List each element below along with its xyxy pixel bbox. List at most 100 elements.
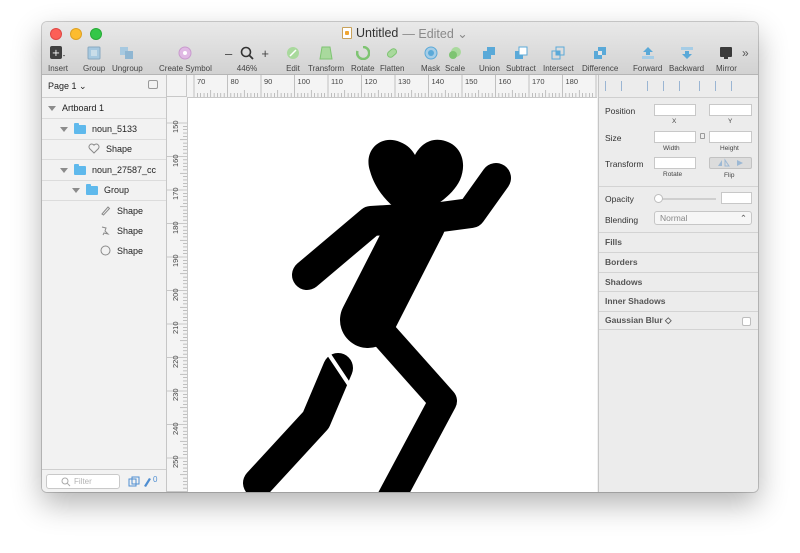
position-y-field[interactable] <box>709 104 752 116</box>
layer-label: Group <box>104 185 130 195</box>
gaussian-blur-checkbox[interactable] <box>742 317 751 326</box>
subtract-button[interactable]: Subtract <box>506 43 536 73</box>
select-arrows-icon: ⌃ <box>739 213 747 223</box>
flip-buttons[interactable] <box>709 157 752 169</box>
ruler-corner <box>167 75 187 97</box>
ruler-tick-label: 150 <box>171 120 180 133</box>
edit-filter-icon[interactable] <box>142 475 152 492</box>
scale-button[interactable]: Scale <box>445 43 465 73</box>
create-symbol-button[interactable]: Create Symbol <box>159 43 212 73</box>
rotate-field[interactable] <box>654 157 696 169</box>
fills-section[interactable]: Fills <box>599 232 758 251</box>
group-label: Group <box>83 64 106 73</box>
filter-placeholder: Filter <box>74 477 92 486</box>
transform-button[interactable]: Transform <box>308 43 344 73</box>
difference-icon <box>592 45 608 61</box>
page-collapse-icon[interactable] <box>148 80 158 89</box>
distribute-vertical-icon[interactable] <box>621 81 632 91</box>
insert-button[interactable]: + Insert <box>48 43 68 73</box>
mask-label: Mask <box>421 64 441 73</box>
layer-shape-limb[interactable]: Shape <box>42 201 166 221</box>
flatten-label: Flatten <box>380 64 405 73</box>
disclosure-triangle-icon[interactable] <box>60 126 68 132</box>
mask-button[interactable]: Mask <box>421 43 440 73</box>
svg-text:+: + <box>52 48 60 59</box>
shadows-section[interactable]: Shadows <box>599 272 758 291</box>
layer-filter-input[interactable]: Filter <box>46 474 120 489</box>
ruler-tick-label: 180 <box>171 220 180 234</box>
layer-group[interactable]: Group <box>42 180 166 201</box>
canvas[interactable]: 70 80 90 100 110 120 130 140 150 160 170 180 150 160… <box>167 75 597 492</box>
borders-section[interactable]: Borders <box>599 252 758 271</box>
page-selector[interactable]: Page 1 ⌄ <box>42 75 166 98</box>
pen-shape-icon <box>100 205 111 218</box>
group-button[interactable]: Group <box>83 43 105 73</box>
intersect-button[interactable]: Intersect <box>543 43 574 73</box>
align-top-icon[interactable] <box>699 81 710 91</box>
ruler-tick-label: 180 <box>565 77 579 86</box>
layer-artboard[interactable]: Artboard 1 <box>42 98 166 119</box>
forward-button[interactable]: Forward <box>633 43 662 73</box>
rotate-label: Rotate <box>663 171 683 178</box>
ungroup-button[interactable]: Ungroup <box>112 43 143 73</box>
close-window-button[interactable] <box>50 28 62 40</box>
layer-group-noun-27587[interactable]: noun_27587_cc <box>42 160 166 181</box>
ruler-tick-label: 230 <box>171 388 180 401</box>
minimize-window-button[interactable] <box>70 28 82 40</box>
ruler-tick-label: 100 <box>297 77 311 86</box>
backward-button[interactable]: Backward <box>669 43 704 73</box>
difference-button[interactable]: Difference <box>582 43 618 73</box>
union-icon <box>481 45 497 61</box>
rotate-button[interactable]: Rotate <box>351 43 375 73</box>
shadows-label: Shadows <box>605 277 643 287</box>
zoom-out-button[interactable]: – <box>225 46 232 61</box>
edit-button[interactable]: Edit <box>285 43 301 73</box>
heart-shape-icon <box>88 143 100 156</box>
align-middle-icon[interactable] <box>715 81 726 91</box>
layer-shape-heart[interactable]: Shape <box>42 139 166 160</box>
distribute-horizontal-icon[interactable] <box>605 81 616 91</box>
toolbar-overflow-button[interactable]: » <box>742 46 749 60</box>
toolbar: Untitled — Edited ⌄ + Insert Group Ungro… <box>42 22 758 75</box>
align-right-icon[interactable] <box>679 81 690 91</box>
width-field[interactable] <box>654 131 696 143</box>
position-x-field[interactable] <box>654 104 696 116</box>
ruler-tick-label: 70 <box>197 77 206 86</box>
mirror-button[interactable]: Mirror <box>716 43 737 73</box>
intersect-icon <box>550 45 566 61</box>
disclosure-triangle-icon[interactable] <box>48 105 56 111</box>
zoom-window-button[interactable] <box>90 28 102 40</box>
flatten-icon <box>384 45 400 61</box>
ruler-tick-label: 160 <box>498 77 512 86</box>
disclosure-triangle-icon[interactable] <box>72 187 80 193</box>
align-center-icon[interactable] <box>663 81 674 91</box>
symbol-filter-icon[interactable] <box>128 475 140 492</box>
layer-shape-circle[interactable]: Shape <box>42 241 166 261</box>
blending-select[interactable]: Normal ⌃ <box>654 211 752 225</box>
align-left-icon[interactable] <box>647 81 658 91</box>
rotate-icon <box>355 45 371 61</box>
height-field[interactable] <box>709 131 752 143</box>
align-bottom-icon[interactable] <box>731 81 742 91</box>
running-figure-illustration[interactable] <box>188 98 597 492</box>
layer-shape-body[interactable]: Shape <box>42 221 166 241</box>
document-name: Untitled <box>356 26 399 40</box>
opacity-slider[interactable] <box>656 198 716 200</box>
zoom-in-button[interactable]: + <box>261 46 269 61</box>
gaussian-blur-label: Gaussian Blur ◇ <box>605 315 672 325</box>
layer-group-noun-5133[interactable]: noun_5133 <box>42 119 166 140</box>
opacity-field[interactable] <box>721 192 752 204</box>
lock-icon[interactable] <box>700 133 705 139</box>
inspector-panel: Position X Y Size Width Height Transform… <box>598 75 758 492</box>
backward-icon <box>679 45 695 61</box>
group-icon <box>86 45 102 61</box>
opacity-slider-knob[interactable] <box>654 194 663 203</box>
disclosure-triangle-icon[interactable] <box>60 167 68 173</box>
union-button[interactable]: Union <box>479 43 500 73</box>
gaussian-blur-section[interactable]: Gaussian Blur ◇ <box>599 311 758 330</box>
height-label: Height <box>720 145 739 152</box>
inner-shadows-section[interactable]: Inner Shadows <box>599 291 758 310</box>
zoom-control[interactable]: – + 446% <box>225 43 269 74</box>
artboard[interactable] <box>188 98 597 492</box>
flatten-button[interactable]: Flatten <box>380 43 404 73</box>
